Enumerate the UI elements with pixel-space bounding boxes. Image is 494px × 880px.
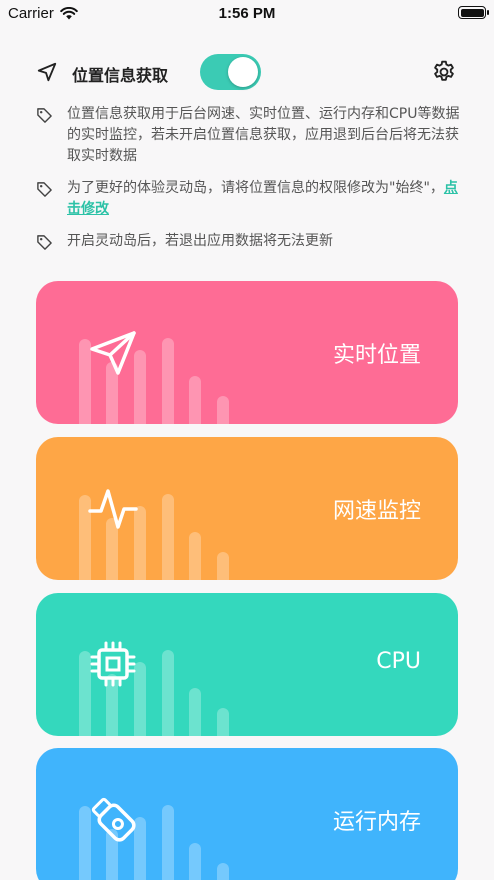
note-text: 位置信息获取用于后台网速、实时位置、运行内存和CPU等数据的实时监控，若未开启位… bbox=[67, 106, 460, 164]
decorative-bar bbox=[189, 688, 201, 736]
pulse-icon bbox=[88, 489, 138, 529]
gear-icon[interactable] bbox=[431, 59, 457, 85]
decorative-bar bbox=[162, 805, 174, 880]
card-realtime-location[interactable]: 实时位置 bbox=[36, 281, 458, 424]
note-item: 为了更好的体验灵动岛，请将位置信息的权限修改为"始终"，点击修改 bbox=[36, 178, 462, 220]
decorative-bar bbox=[217, 863, 229, 880]
tag-icon bbox=[37, 182, 52, 197]
note-item: 开启灵动岛后，若退出应用数据将无法更新 bbox=[36, 231, 462, 252]
battery-icon bbox=[458, 6, 489, 19]
card-label: 运行内存 bbox=[332, 810, 421, 835]
decorative-bar bbox=[162, 494, 174, 580]
decorative-bar bbox=[217, 708, 229, 736]
decorative-bar bbox=[189, 532, 201, 580]
chip-icon bbox=[90, 641, 136, 687]
status-bar: Carrier 1:56 PM bbox=[0, 0, 494, 28]
note-text: 为了更好的体验灵动岛，请将位置信息的权限修改为"始终"， bbox=[67, 180, 444, 196]
card-memory[interactable]: 运行内存 bbox=[36, 748, 458, 880]
tag-icon bbox=[37, 235, 52, 250]
decorative-bar bbox=[189, 843, 201, 880]
location-title: 位置信息获取 bbox=[72, 66, 169, 85]
toggle-knob bbox=[228, 57, 258, 87]
location-toggle[interactable] bbox=[200, 54, 261, 90]
decorative-bar bbox=[162, 338, 174, 424]
send-icon bbox=[90, 331, 136, 375]
decorative-bar bbox=[162, 650, 174, 736]
note-item: 位置信息获取用于后台网速、实时位置、运行内存和CPU等数据的实时监控，若未开启位… bbox=[36, 104, 462, 167]
note-text: 开启灵动岛后，若退出应用数据将无法更新 bbox=[67, 233, 333, 249]
tag-icon bbox=[37, 108, 52, 123]
navigation-arrow-icon bbox=[37, 62, 57, 82]
decorative-bar bbox=[217, 396, 229, 424]
card-label: 网速监控 bbox=[332, 499, 421, 524]
card-label: CPU bbox=[376, 649, 421, 674]
memory-stick-icon bbox=[91, 797, 136, 842]
card-label: 实时位置 bbox=[332, 343, 421, 368]
decorative-bar bbox=[217, 552, 229, 580]
card-cpu[interactable]: CPU bbox=[36, 593, 458, 736]
location-permission-row: 位置信息获取 bbox=[36, 53, 458, 91]
card-network-speed[interactable]: 网速监控 bbox=[36, 437, 458, 580]
status-time: 1:56 PM bbox=[218, 5, 276, 22]
decorative-bar bbox=[189, 376, 201, 424]
notes-list: 位置信息获取用于后台网速、实时位置、运行内存和CPU等数据的实时监控，若未开启位… bbox=[36, 104, 462, 263]
